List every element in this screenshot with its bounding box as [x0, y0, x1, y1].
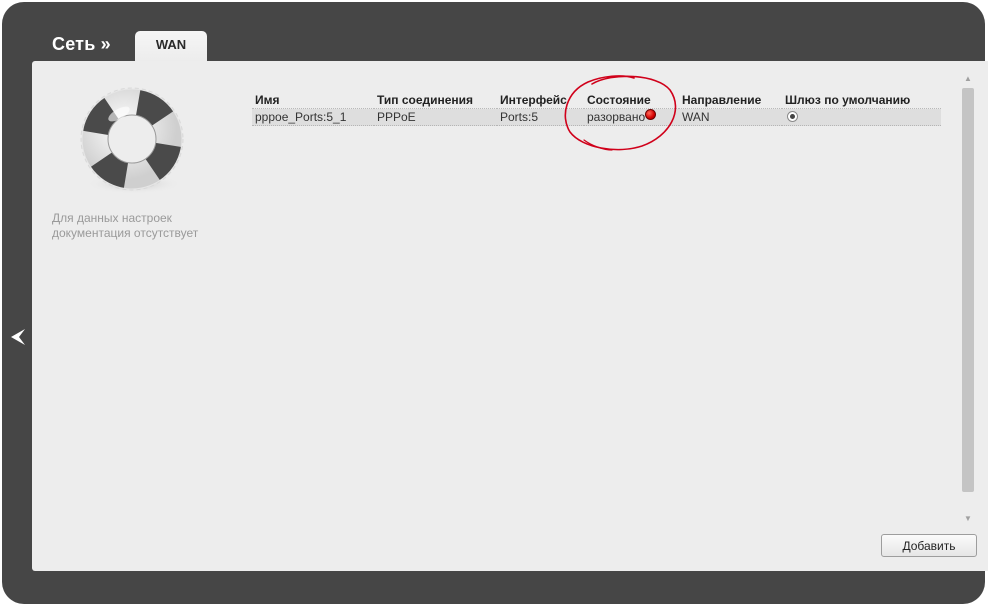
table-row[interactable]: pppoe_Ports:5_1 PPPoE Ports:5 разорвано … — [252, 108, 941, 126]
default-gateway-radio[interactable] — [787, 111, 798, 122]
column-header-interface[interactable]: Интерфейс — [497, 93, 584, 109]
tab-wan[interactable]: WAN — [135, 31, 207, 62]
scroll-down-icon[interactable]: ▼ — [960, 512, 976, 526]
lifebuoy-icon — [80, 87, 184, 194]
section-title[interactable]: Сеть » — [52, 34, 111, 55]
vertical-scrollbar[interactable]: ▲ ▼ — [960, 72, 976, 526]
column-header-direction[interactable]: Направление — [679, 93, 782, 109]
cell-direction: WAN — [679, 108, 782, 126]
add-button[interactable]: Добавить — [881, 534, 977, 557]
status-text: разорвано — [587, 110, 646, 124]
page-frame: Сеть » WAN Для данных настроек документа… — [0, 0, 989, 607]
cell-default-gateway — [782, 108, 941, 126]
scrollbar-thumb[interactable] — [962, 88, 974, 492]
back-arrow-icon[interactable] — [9, 327, 27, 347]
documentation-note: Для данных настроек документация отсутст… — [52, 211, 199, 240]
scroll-up-icon[interactable]: ▲ — [960, 72, 976, 86]
column-header-name[interactable]: Имя — [252, 93, 374, 109]
cell-name[interactable]: pppoe_Ports:5_1 — [252, 108, 374, 126]
table-header-row: Имя Тип соединения Интерфейс Состояние Н… — [252, 93, 941, 109]
column-header-connection-type[interactable]: Тип соединения — [374, 93, 497, 109]
cell-status: разорвано — [584, 108, 679, 126]
cell-connection-type: PPPoE — [374, 108, 497, 126]
wan-connections-table: Имя Тип соединения Интерфейс Состояние Н… — [252, 93, 941, 126]
column-header-default-gateway[interactable]: Шлюз по умолчанию — [782, 93, 941, 109]
cell-interface: Ports:5 — [497, 108, 584, 126]
column-header-status[interactable]: Состояние — [584, 93, 679, 109]
status-disconnected-icon — [645, 109, 657, 120]
